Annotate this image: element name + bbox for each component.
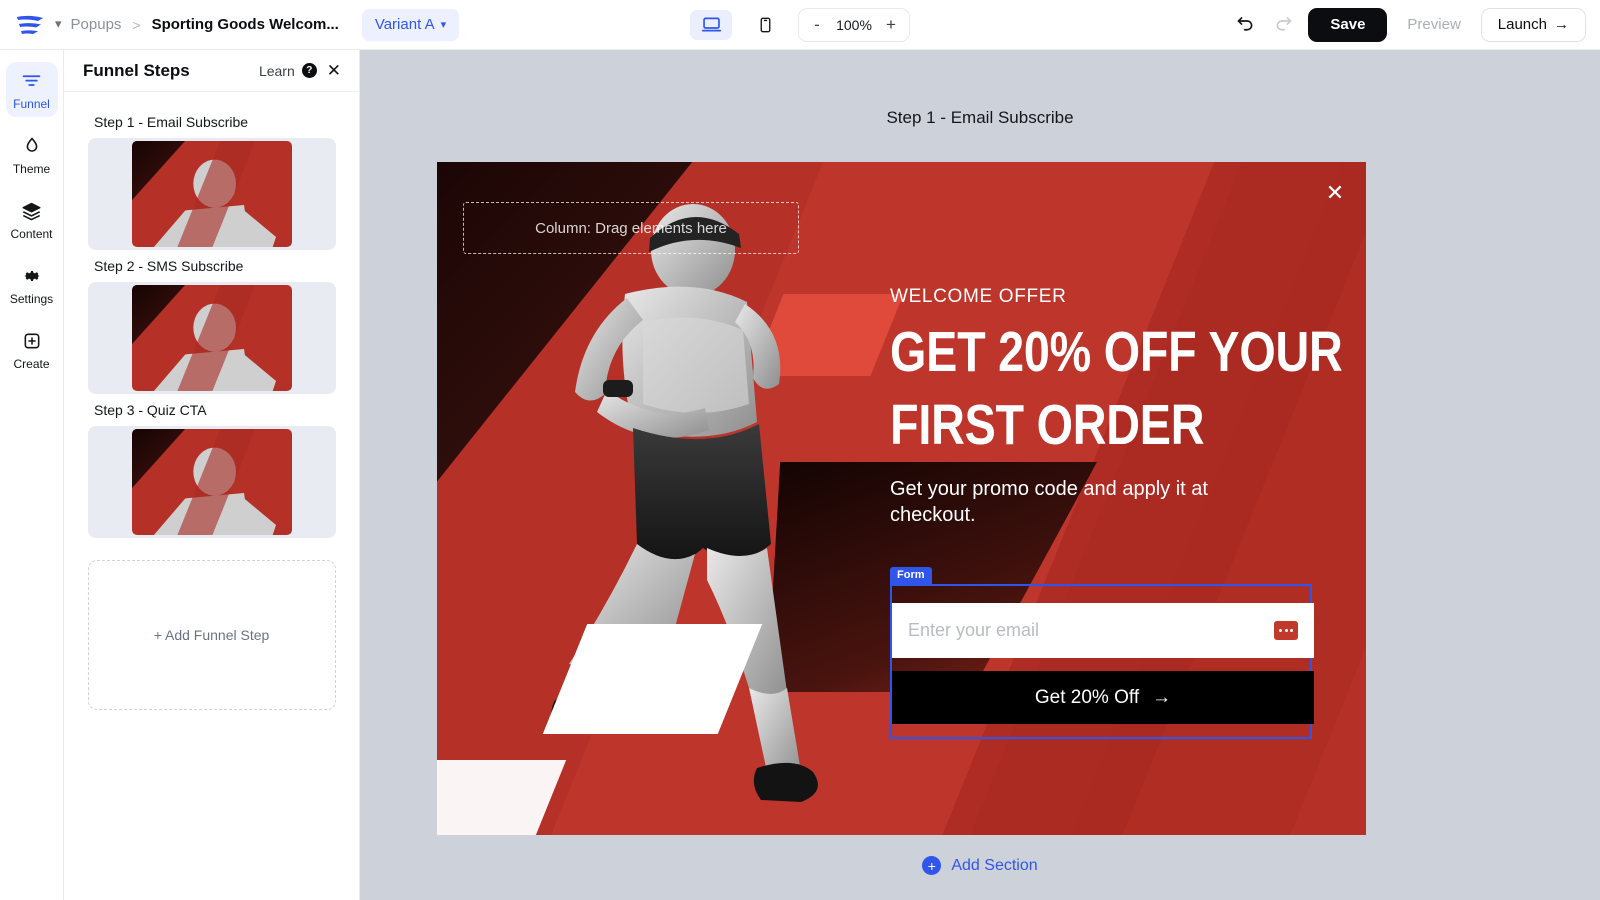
add-section-button[interactable]: + Add Section xyxy=(360,856,1600,875)
panel-header-actions: Learn ? ✕ xyxy=(259,62,341,79)
email-input-row[interactable]: Enter your email xyxy=(892,603,1314,658)
add-funnel-step-button[interactable]: + Add Funnel Step xyxy=(87,560,336,710)
add-section-label: Add Section xyxy=(951,856,1038,874)
preview-button[interactable]: Preview xyxy=(1399,16,1468,33)
list-item-label: Step 2 - SMS Subscribe xyxy=(94,258,244,274)
popup-eyebrow: WELCOME OFFER xyxy=(890,286,1067,307)
mobile-icon xyxy=(760,17,770,32)
popup-headline-line-2: FIRST ORDER xyxy=(890,392,1205,457)
redo-icon[interactable] xyxy=(1270,12,1296,38)
popup-preview[interactable]: Column: Drag elements here ✕ WELCOME OFF… xyxy=(437,162,1366,835)
email-input[interactable]: Enter your email xyxy=(908,620,1274,641)
device-mobile-button[interactable] xyxy=(744,10,786,40)
variant-selector[interactable]: Variant A ▾ xyxy=(361,8,460,41)
arrow-right-icon: → xyxy=(1152,686,1172,708)
breadcrumb-root[interactable]: Popups xyxy=(71,16,122,33)
sidebar-item-label: Settings xyxy=(9,292,54,306)
popup-subtext: Get your promo code and apply it at chec… xyxy=(890,477,1208,526)
wings-logo-icon[interactable] xyxy=(14,9,46,41)
top-bar: ▾ Popups > Sporting Goods Welcom... Vari… xyxy=(0,0,1600,50)
sidebar-item-label: Funnel xyxy=(13,97,50,111)
sidebar-item-label: Theme xyxy=(12,162,51,176)
page-title: Funnel Steps xyxy=(83,60,190,80)
zoom-control: - 100% + xyxy=(798,7,910,42)
panel-header: Funnel Steps Learn ? ✕ xyxy=(64,50,359,92)
cta-label: Get 20% Off xyxy=(1034,686,1140,708)
device-and-zoom-controls: - 100% + xyxy=(690,7,910,42)
droplet-icon xyxy=(6,135,58,157)
workspace-chevron-down-icon[interactable]: ▾ xyxy=(55,17,62,30)
funnel-steps-panel: Funnel Steps Learn ? ✕ Step 1 - Email Su… xyxy=(64,50,360,900)
popup-headline-line-1: GET 20% OFF YOUR xyxy=(890,320,1343,384)
popup-close-icon[interactable]: ✕ xyxy=(1322,180,1348,206)
popup-copy-block: WELCOME OFFER GET 20% OFF YOUR FIRST ORD… xyxy=(890,286,1343,528)
sidebar-item-theme[interactable]: Theme xyxy=(6,127,58,182)
zoom-out-button[interactable]: - xyxy=(805,13,829,37)
sidebar-item-create[interactable]: Create xyxy=(6,322,58,377)
close-icon[interactable]: ✕ xyxy=(327,62,341,79)
launch-label: Launch xyxy=(1497,16,1547,33)
layers-icon xyxy=(6,200,58,222)
canvas-step-title: Step 1 - Email Subscribe xyxy=(886,108,1074,127)
zoom-in-button[interactable]: + xyxy=(879,13,903,37)
launch-button[interactable]: Launch → xyxy=(1480,7,1586,42)
desktop-icon xyxy=(701,17,721,32)
funnel-icon xyxy=(6,70,58,92)
sidebar-item-funnel[interactable]: Funnel xyxy=(5,62,58,117)
chevron-down-icon: ▾ xyxy=(440,19,447,31)
list-item[interactable]: WELCOME OFFER GET 20% OFF YOUR FIRST ORD… xyxy=(87,138,336,250)
list-item[interactable]: WELCOME OFFER WHAT ARE YOU SHOPPING FOR?… xyxy=(87,426,336,538)
top-bar-actions: Save Preview Launch → xyxy=(1232,7,1586,42)
sidebar-item-label: Create xyxy=(13,357,50,371)
undo-icon[interactable] xyxy=(1232,12,1258,38)
gear-icon xyxy=(6,265,58,287)
sidebar-item-content[interactable]: Content xyxy=(6,192,58,247)
selection-tag: Form xyxy=(890,567,932,584)
ellipsis-icon[interactable] xyxy=(1274,621,1298,640)
plus-box-icon xyxy=(6,330,58,352)
submit-cta-button[interactable]: Get 20% Off → xyxy=(892,671,1314,724)
list-item[interactable]: WELCOME OFFER RECEIVE YOUR CODE VIA SMS … xyxy=(87,282,336,394)
breadcrumb-current: Sporting Goods Welcom... xyxy=(151,16,339,33)
editor-canvas: Step 1 - Email Subscribe Column: Drag el… xyxy=(360,50,1600,900)
help-icon[interactable]: ? xyxy=(301,63,317,78)
sidebar-item-settings[interactable]: Settings xyxy=(6,257,58,312)
column-drop-zone[interactable]: Column: Drag elements here xyxy=(463,202,799,254)
zoom-value: 100% xyxy=(836,16,872,33)
learn-link[interactable]: Learn xyxy=(259,63,295,79)
breadcrumb-separator: > xyxy=(132,16,141,33)
variant-label: Variant A xyxy=(374,16,435,33)
save-button[interactable]: Save xyxy=(1308,7,1388,42)
left-rail: Funnel Theme Content Settings Create xyxy=(0,50,64,900)
step-thumbnail: WELCOME OFFER WHAT ARE YOU SHOPPING FOR?… xyxy=(131,429,292,535)
selected-form-block[interactable]: Form Enter your email Get 20% Off → xyxy=(890,567,1314,739)
arrow-right-icon: → xyxy=(1554,16,1569,33)
sidebar-item-label: Content xyxy=(10,227,53,241)
funnel-step-list: Step 1 - Email Subscribe WELCOME OFF xyxy=(64,92,359,710)
breadcrumb: ▾ Popups > Sporting Goods Welcom... Vari… xyxy=(0,8,460,41)
plus-circle-icon: + xyxy=(922,856,942,875)
step-thumbnail: WELCOME OFFER GET 20% OFF YOUR FIRST ORD… xyxy=(131,141,292,247)
runner-photo xyxy=(551,204,818,802)
list-item-label: Step 1 - Email Subscribe xyxy=(94,114,249,130)
device-desktop-button[interactable] xyxy=(690,9,732,40)
step-thumbnail: WELCOME OFFER RECEIVE YOUR CODE VIA SMS … xyxy=(131,285,292,391)
list-item-label: Step 3 - Quiz CTA xyxy=(94,402,207,418)
